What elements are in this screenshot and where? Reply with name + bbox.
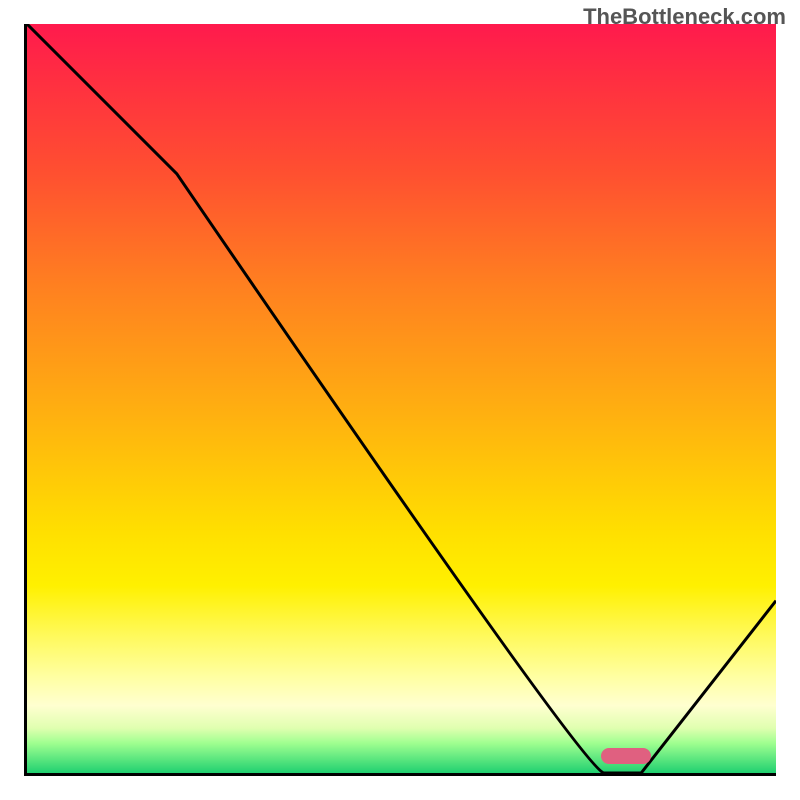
optimal-marker [601, 748, 651, 764]
plot-area [24, 24, 776, 776]
watermark-text: TheBottleneck.com [583, 4, 786, 30]
chart-container: TheBottleneck.com [0, 0, 800, 800]
line-curve [27, 24, 776, 773]
